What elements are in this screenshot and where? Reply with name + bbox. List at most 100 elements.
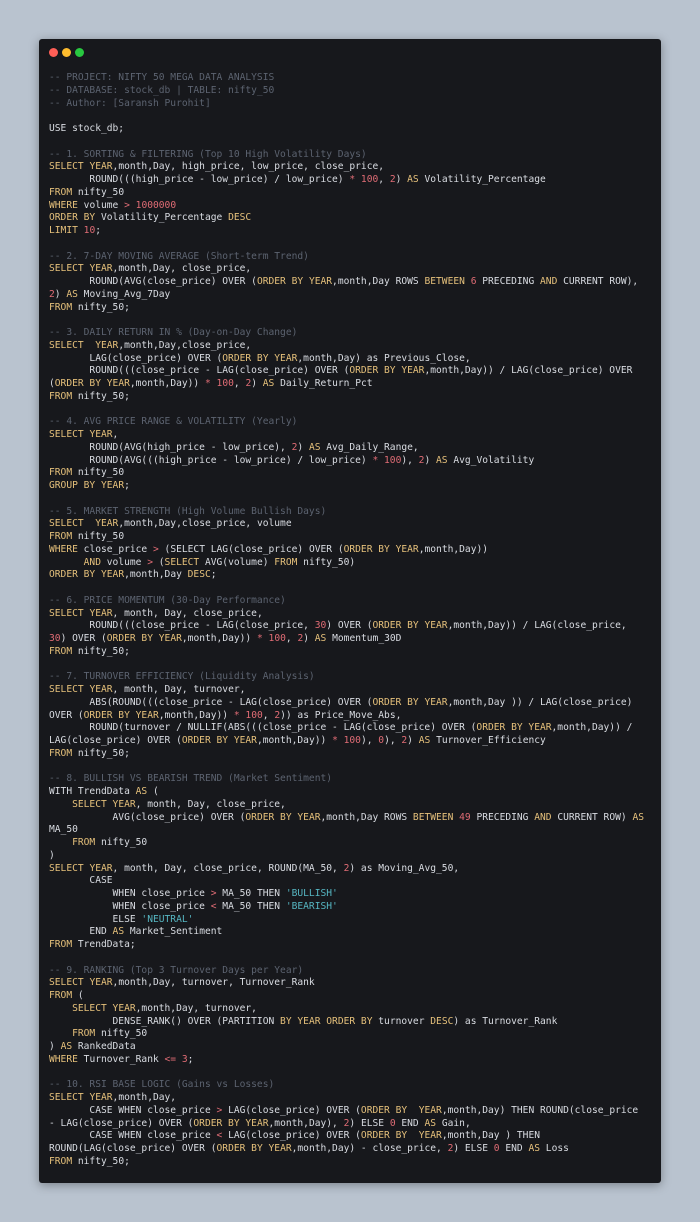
code-token: ,month,Day, — [112, 1092, 177, 1103]
code-token: nifty_50 — [72, 531, 125, 542]
code-token: ) — [303, 633, 315, 644]
code-token: YEAR — [297, 1015, 321, 1027]
code-token: FROM — [274, 556, 298, 568]
code-token: YEAR — [112, 1002, 136, 1014]
code-line: -- 3. DAILY RETURN IN % (Day-on-Day Chan… — [49, 327, 644, 340]
code-line: WHERE volume > 1000000 — [49, 200, 644, 213]
code-token: YEAR — [89, 429, 113, 440]
code-line: LAG(close_price) OVER (ORDER BY YEAR,mon… — [49, 735, 644, 748]
code-line: FROM ( — [49, 990, 644, 1003]
code-token: AS — [314, 633, 327, 644]
code-token: 'BULLISH' — [285, 888, 338, 899]
code-token: ,month,Day)) — [418, 543, 489, 555]
code-token: ( — [152, 556, 165, 568]
code-line: -- 2. 7-DAY MOVING AVERAGE (Short-term T… — [49, 251, 644, 264]
code-token: LAG(close_price) OVER ( — [49, 735, 182, 746]
code-token: YEAR — [418, 1130, 442, 1142]
code-token: -- PROJECT: NIFTY 50 MEGA DATA ANALYSIS — [49, 72, 275, 83]
code-token: ORDER BY — [256, 276, 304, 287]
code-token: SELECT — [49, 684, 84, 695]
code-line: WHERE close_price > (SELECT LAG(close_pr… — [49, 544, 644, 557]
code-token: YEAR — [418, 1104, 442, 1116]
code-token: ; — [187, 1053, 194, 1065]
code-token: FROM — [72, 1028, 96, 1040]
code-token: ORDER BY — [54, 378, 101, 389]
code-token: SELECT — [49, 518, 84, 530]
code-line: WHERE Turnover_Rank <= 3; — [49, 1054, 644, 1067]
code-token: END — [49, 926, 113, 938]
code-token: YEAR — [424, 620, 448, 632]
code-line: ) — [49, 850, 644, 863]
code-token: YEAR — [233, 735, 257, 746]
code-token: CASE WHEN close_price — [49, 1130, 217, 1142]
code-window: -- PROJECT: NIFTY 50 MEGA DATA ANALYSIS -… — [39, 39, 661, 1183]
code-token: 1000000 — [135, 199, 177, 211]
maximize-window-icon[interactable] — [75, 48, 84, 57]
close-window-icon[interactable] — [49, 48, 58, 57]
code-line: OVER (ORDER BY YEAR,month,Day)) * 100, 2… — [49, 710, 644, 723]
code-line: FROM nifty_50 — [49, 1028, 644, 1041]
code-token: ORDER BY — [372, 620, 419, 632]
code-token: , month, Day, close_price, ROUND(MA_50, — [112, 862, 344, 874]
code-token: AND — [534, 811, 552, 823]
code-token: YEAR — [101, 480, 125, 491]
code-token: ) ELSE — [349, 1117, 390, 1129]
code-line: SELECT YEAR, month, Day, turnover, — [49, 684, 644, 697]
code-token: ORDER BY — [360, 1130, 408, 1142]
code-token: WITH TrendData — [49, 786, 136, 797]
minimize-window-icon[interactable] — [62, 48, 71, 57]
code-token: ; — [210, 569, 217, 581]
code-token: ), — [360, 735, 379, 746]
code-token: Gain, — [436, 1117, 471, 1129]
code-token: YEAR — [158, 633, 182, 644]
code-token: WHERE — [49, 543, 78, 555]
code-token: ) — [49, 849, 55, 861]
code-token: -- 6. PRICE MOMENTUM (30-Day Performance… — [49, 594, 286, 606]
code-token: ) — [407, 735, 419, 746]
code-line: END AS Market_Sentiment — [49, 926, 644, 939]
code-token: nifty_50 — [95, 837, 148, 848]
code-token: ORDER BY — [49, 212, 96, 224]
code-token: ORDER BY — [83, 709, 130, 721]
code-token: YEAR — [297, 811, 321, 823]
code-line: SELECT YEAR,month,Day, turnover, — [49, 1003, 644, 1016]
code-line: MA_50 — [49, 824, 644, 837]
code-line: -- 5. MARKET STRENGTH (High Volume Bulli… — [49, 506, 644, 519]
code-token: FROM — [49, 645, 73, 657]
code-token: 100 — [245, 709, 263, 721]
code-token: AS — [308, 441, 321, 453]
code-token: ORDER BY — [193, 1117, 240, 1129]
code-token: ( — [72, 990, 84, 1001]
code-token: ,month,Day,close_price, — [118, 339, 252, 351]
code-token: LAG(close_price) OVER ( — [49, 352, 223, 364]
code-token: ROUND(turnover / NULLIF(ABS(((close_pric… — [49, 722, 477, 734]
code-token: DESC — [430, 1015, 454, 1027]
code-line: ) AS RankedData — [49, 1041, 644, 1054]
code-token: ORDER BY — [476, 722, 523, 734]
code-token: ,month,Day, high_price, low_price, close… — [112, 161, 385, 173]
code-token: , month, Day, close_price, — [112, 607, 263, 619]
code-line: FROM nifty_50 — [49, 467, 644, 480]
code-line: AVG(close_price) OVER (ORDER BY YEAR,mon… — [49, 812, 644, 825]
code-token: ABS(ROUND(((close_price - LAG(close_pric… — [49, 696, 373, 708]
code-token: , month, Day, turnover, — [112, 684, 246, 695]
code-token: FROM — [49, 747, 73, 759]
code-token: ROUND(AVG(high_price - low_price), — [49, 441, 292, 453]
code-token: -- 3. DAILY RETURN IN % (Day-on-Day Chan… — [49, 327, 298, 338]
code-token: FROM — [49, 301, 73, 313]
code-token: WHEN close_price — [49, 888, 211, 899]
code-token: ,month,Day )) / LAG(close_price) — [447, 696, 633, 708]
code-line: USE stock_db; — [49, 123, 644, 136]
code-token: YEAR — [89, 977, 113, 989]
code-line: ROUND(AVG(((high_price - low_price) / lo… — [49, 455, 644, 468]
code-token: ,month,Day)) — [158, 709, 234, 721]
code-token: 30 — [49, 633, 61, 644]
code-token: YEAR — [268, 1143, 292, 1154]
code-token: ( — [147, 786, 159, 797]
code-line: -- PROJECT: NIFTY 50 MEGA DATA ANALYSIS — [49, 72, 644, 85]
